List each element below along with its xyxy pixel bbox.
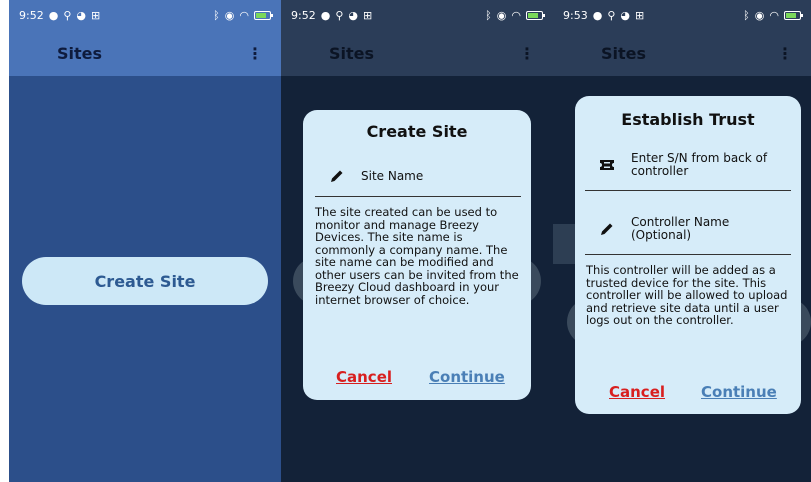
cancel-button[interactable]: Cancel (336, 368, 392, 386)
field-divider (585, 254, 791, 255)
status-bar: 9:52 ● ⚲ ◕ ⊞ ᛒ ◉ ◠ (281, 0, 553, 30)
page-title: Sites (57, 43, 103, 63)
vibrate-icon: ◉ (754, 8, 765, 22)
location-icon: ⚲ (607, 8, 616, 22)
establish-trust-dialog: Establish Trust Enter S/N from back of c… (575, 96, 801, 414)
app-icon: ◕ (76, 8, 86, 22)
battery-icon (254, 10, 273, 20)
location-icon: ⚲ (335, 8, 344, 22)
site-name-field[interactable]: Site Name (327, 164, 517, 188)
check-circle-icon: ● (320, 8, 331, 22)
status-time: 9:52 (291, 8, 316, 22)
controller-name-label: Controller Name (Optional) (631, 215, 730, 242)
create-site-dialog: Create Site Site Name The site created c… (303, 110, 531, 400)
dialog-description: The site created can be used to monitor … (315, 205, 519, 307)
dialog-description: This controller will be added as a trust… (586, 263, 788, 327)
app-bar: Sites ⋮ (281, 30, 553, 76)
screen-establish-trust: 9:53 ● ⚲ ◕ ⊞ ᛒ ◉ ◠ Sites ⋮ Establish Tru… (553, 0, 811, 482)
grid-icon: ⊞ (90, 8, 101, 22)
grid-icon: ⊞ (634, 8, 645, 22)
page-title: Sites (601, 43, 647, 63)
site-name-label: Site Name (361, 168, 424, 183)
cancel-button[interactable]: Cancel (609, 383, 665, 401)
field-divider (315, 196, 521, 197)
vibrate-icon: ◉ (224, 8, 235, 22)
check-circle-icon: ● (592, 8, 603, 22)
more-vert-icon[interactable]: ⋮ (777, 44, 793, 63)
continue-button[interactable]: Continue (701, 383, 777, 401)
battery-icon (784, 10, 803, 20)
more-vert-icon[interactable]: ⋮ (519, 44, 535, 63)
vibrate-icon: ◉ (496, 8, 507, 22)
wifi-icon: ◠ (511, 8, 521, 22)
app-bar: Sites ⋮ (9, 30, 281, 76)
location-icon: ⚲ (63, 8, 72, 22)
wifi-icon: ◠ (769, 8, 779, 22)
bluetooth-icon: ᛒ (743, 8, 750, 22)
screen-create-site: 9:52 ● ⚲ ◕ ⊞ ᛒ ◉ ◠ Sites ⋮ Create Site S… (281, 0, 553, 482)
content-area: Create Site (9, 76, 281, 482)
wifi-icon: ◠ (239, 8, 249, 22)
app-icon: ◕ (620, 8, 630, 22)
pencil-icon (597, 221, 617, 237)
status-time: 9:53 (563, 8, 588, 22)
dialog-title: Establish Trust (621, 110, 755, 129)
check-circle-icon: ● (48, 8, 59, 22)
screen-sites: 9:52 ● ⚲ ◕ ⊞ ᛒ ◉ ◠ Sites ⋮ Create Site (9, 0, 281, 482)
bluetooth-icon: ᛒ (485, 8, 492, 22)
status-bar: 9:52 ● ⚲ ◕ ⊞ ᛒ ◉ ◠ (9, 0, 281, 30)
bluetooth-icon: ᛒ (213, 8, 220, 22)
grid-icon: ⊞ (362, 8, 373, 22)
status-time: 9:52 (19, 8, 44, 22)
field-divider (585, 190, 791, 191)
status-bar: 9:53 ● ⚲ ◕ ⊞ ᛒ ◉ ◠ (553, 0, 811, 30)
continue-button[interactable]: Continue (429, 368, 505, 386)
pencil-icon (327, 168, 347, 184)
app-bar: Sites ⋮ (553, 30, 811, 76)
more-vert-icon[interactable]: ⋮ (247, 44, 263, 63)
page-title: Sites (329, 43, 375, 63)
battery-icon (526, 10, 545, 20)
dialog-title: Create Site (366, 122, 468, 141)
serial-number-field[interactable]: Enter S/N from back of controller (597, 148, 787, 182)
controller-name-field[interactable]: Controller Name (Optional) (597, 212, 787, 246)
app-icon: ◕ (348, 8, 358, 22)
create-site-button[interactable]: Create Site (22, 257, 268, 305)
serial-number-label: Enter S/N from back of controller (631, 151, 768, 178)
ticket-icon (597, 158, 617, 172)
